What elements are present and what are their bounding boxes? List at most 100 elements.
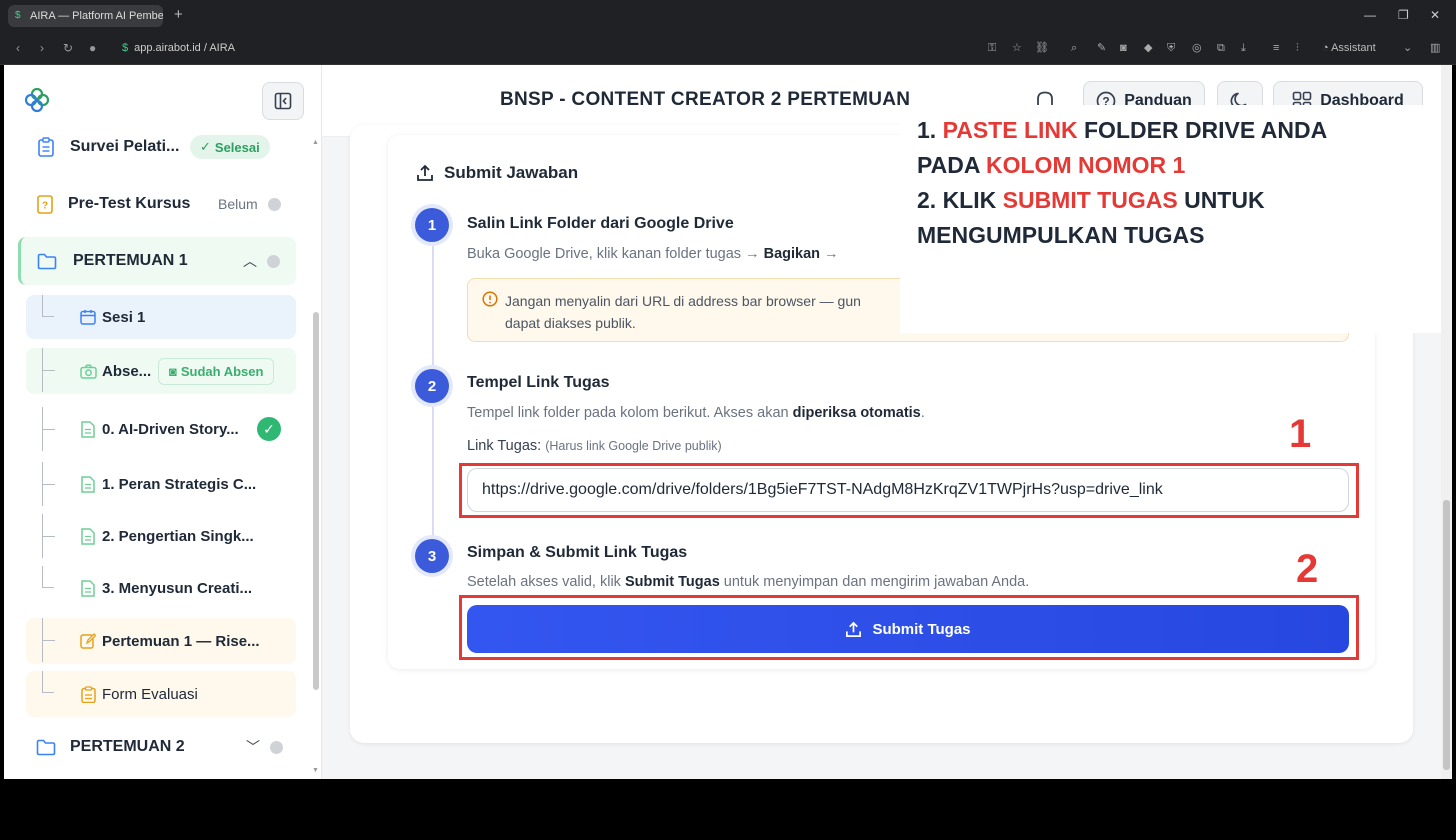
page-scrollbar[interactable] [1441, 65, 1452, 779]
step-1-title: Salin Link Folder dari Google Drive [467, 215, 734, 232]
tree-connector [42, 566, 54, 588]
sidebar-collapse-icon [274, 92, 292, 110]
tab-title: AIRA — Platform AI Pembelajaran [30, 10, 163, 22]
sidebar-item-form-evaluasi[interactable]: Form Evaluasi [26, 671, 296, 717]
browser-tab[interactable]: $ AIRA — Platform AI Pembelajaran [8, 5, 163, 27]
tree-connector [42, 514, 55, 558]
url-field[interactable]: $ app.airabot.id / AIRA [122, 41, 235, 55]
shield-icon[interactable]: ⛨ [1167, 41, 1175, 55]
annotation-marker-2: 2 [1296, 547, 1319, 591]
document-icon [74, 579, 102, 597]
assistant-button[interactable]: ◔ Assistant [1322, 41, 1376, 55]
sidebar-item-sesi-1[interactable]: Sesi 1 [26, 295, 296, 339]
upload-icon [417, 164, 433, 181]
scroll-up-icon[interactable]: ▲ [312, 139, 319, 146]
tree-connector [42, 671, 54, 693]
clipboard-icon [22, 137, 70, 157]
step-2-title: Tempel Link Tugas [467, 374, 610, 391]
sidebar-item-survei[interactable]: Survei Pelati... ✓ Selesai [22, 125, 302, 169]
back-icon[interactable]: ‹ [16, 41, 20, 55]
camera-icon: ◙ [169, 363, 177, 379]
annotation-marker-1: 1 [1289, 412, 1312, 456]
sidebar-item-pretest[interactable]: ? Pre-Test Kursus Belum [22, 182, 302, 226]
close-window-icon[interactable]: ✕ [1430, 7, 1440, 23]
sidebar-toggle-icon[interactable]: ▥ [1430, 41, 1440, 55]
instruction-line-1: 1. PASTE LINK FOLDER DRIVE ANDA [917, 117, 1328, 143]
pen-icon[interactable]: ✎ [1097, 41, 1106, 55]
sidebar-item-pertemuan-1[interactable]: PERTEMUAN 1 ︿ [18, 237, 296, 285]
tree-connector [42, 462, 55, 506]
step-number-2: 2 [415, 369, 449, 403]
collapse-sidebar-button[interactable] [262, 82, 304, 120]
instruction-line-2: PADA KOLOM NOMOR 1 [917, 152, 1186, 178]
page-title: BNSP - CONTENT CREATOR 2 PERTEMUAN [500, 89, 911, 110]
sidebar-scrollbar[interactable]: ▲ ▼ [312, 137, 320, 777]
new-tab-icon[interactable]: + [174, 6, 183, 24]
edit-icon [74, 633, 102, 649]
tree-connector [42, 348, 55, 392]
tree-connector [42, 407, 55, 451]
chevron-down-icon[interactable]: ⌄ [1403, 41, 1412, 55]
status-text: Belum [218, 196, 258, 212]
warning-text: Jangan menyalin dari URL di address bar … [505, 293, 861, 331]
address-bar: ‹ › ↻ ● $ app.airabot.id / AIRA ⚿ ☆ ⛓ ⌕ ✎… [0, 32, 1456, 65]
link-icon[interactable]: ⛓ [1035, 41, 1049, 55]
search-page-icon[interactable]: ⌕ [1071, 41, 1077, 55]
status-dot [270, 740, 283, 754]
chevron-down-icon: ﹀ [246, 739, 260, 755]
camera-icon [74, 363, 102, 379]
instruction-line-4: MENGUMPULKAN TUGAS [917, 222, 1205, 248]
step-1-description: Buka Google Drive, klik kanan folder tug… [467, 246, 839, 262]
minimize-icon[interactable]: — [1364, 7, 1376, 23]
step-3-title: Simpan & Submit Link Tugas [467, 544, 688, 561]
sidebar-item-lesson-0[interactable]: 0. AI-Driven Story... ✓ [26, 407, 296, 451]
tree-connector [42, 295, 54, 317]
step-number-3: 3 [415, 539, 449, 573]
instruction-line-3: 2. KLIK SUBMIT TUGAS UNTUK [917, 187, 1265, 213]
alert-circle-icon [482, 291, 498, 307]
extension-icon[interactable]: ◆ [1144, 41, 1152, 55]
step-number-1: 1 [415, 208, 449, 242]
puzzle-icon[interactable]: ⧉ [1217, 41, 1225, 55]
download-icon[interactable]: ⤓ [1241, 41, 1246, 55]
star-icon[interactable]: ☆ [1012, 41, 1022, 55]
annotation-highlight-2 [459, 595, 1359, 660]
folder-icon [22, 739, 70, 756]
key-icon[interactable]: ⚿ [988, 41, 996, 55]
camera-icon[interactable]: ◙ [1120, 41, 1127, 55]
sidebar-item-pertemuan-2[interactable]: PERTEMUAN 2 ﹀ [22, 725, 300, 769]
menu-icon[interactable]: ≡ [1273, 41, 1279, 55]
attendance-badge: ◙ Sudah Absen [158, 357, 275, 385]
mic-icon[interactable]: ● [89, 41, 96, 55]
page-scrollbar-thumb[interactable] [1443, 500, 1450, 770]
instruction-overlay: 1. PASTE LINK FOLDER DRIVE ANDA PADA KOL… [900, 105, 1452, 333]
extension-icon[interactable]: ◎ [1192, 41, 1202, 55]
step-2-description: Tempel link folder pada kolom berikut. A… [467, 405, 925, 421]
maximize-icon[interactable]: ❐ [1398, 7, 1409, 23]
check-circle-icon: ✓ [200, 139, 211, 154]
sidebar-item-lesson-1[interactable]: 1. Peran Strategis C... [26, 462, 296, 506]
completed-check-icon: ✓ [257, 417, 281, 441]
folder-icon [21, 253, 73, 270]
scrollbar-thumb[interactable] [313, 312, 319, 690]
assistant-icon: ◔ [1322, 42, 1332, 54]
aira-logo-icon [24, 87, 50, 113]
clipboard-icon [74, 685, 102, 703]
audio-icon[interactable]: ⫶ [1296, 41, 1299, 55]
site-favicon-icon: $ [15, 10, 21, 21]
step-3-description: Setelah akses valid, klik Submit Tugas u… [467, 574, 1030, 590]
scroll-down-icon[interactable]: ▼ [312, 767, 319, 774]
sidebar-item-assignment[interactable]: Pertemuan 1 — Rise... [26, 618, 296, 664]
document-icon [74, 527, 102, 545]
document-icon [74, 420, 102, 438]
calendar-icon [74, 309, 102, 325]
annotation-highlight-1 [459, 463, 1359, 518]
sidebar-item-absen[interactable]: Abse... ◙ Sudah Absen [26, 348, 296, 394]
sidebar-item-lesson-2[interactable]: 2. Pengertian Singk... [26, 514, 296, 558]
forward-icon[interactable]: › [40, 41, 44, 55]
sidebar-item-lesson-3[interactable]: 3. Menyusun Creati... [26, 566, 296, 610]
reload-icon[interactable]: ↻ [63, 41, 73, 55]
tree-connector [42, 618, 55, 662]
link-field-label: Link Tugas: (Harus link Google Drive pub… [467, 438, 722, 454]
site-icon: $ [122, 42, 129, 54]
